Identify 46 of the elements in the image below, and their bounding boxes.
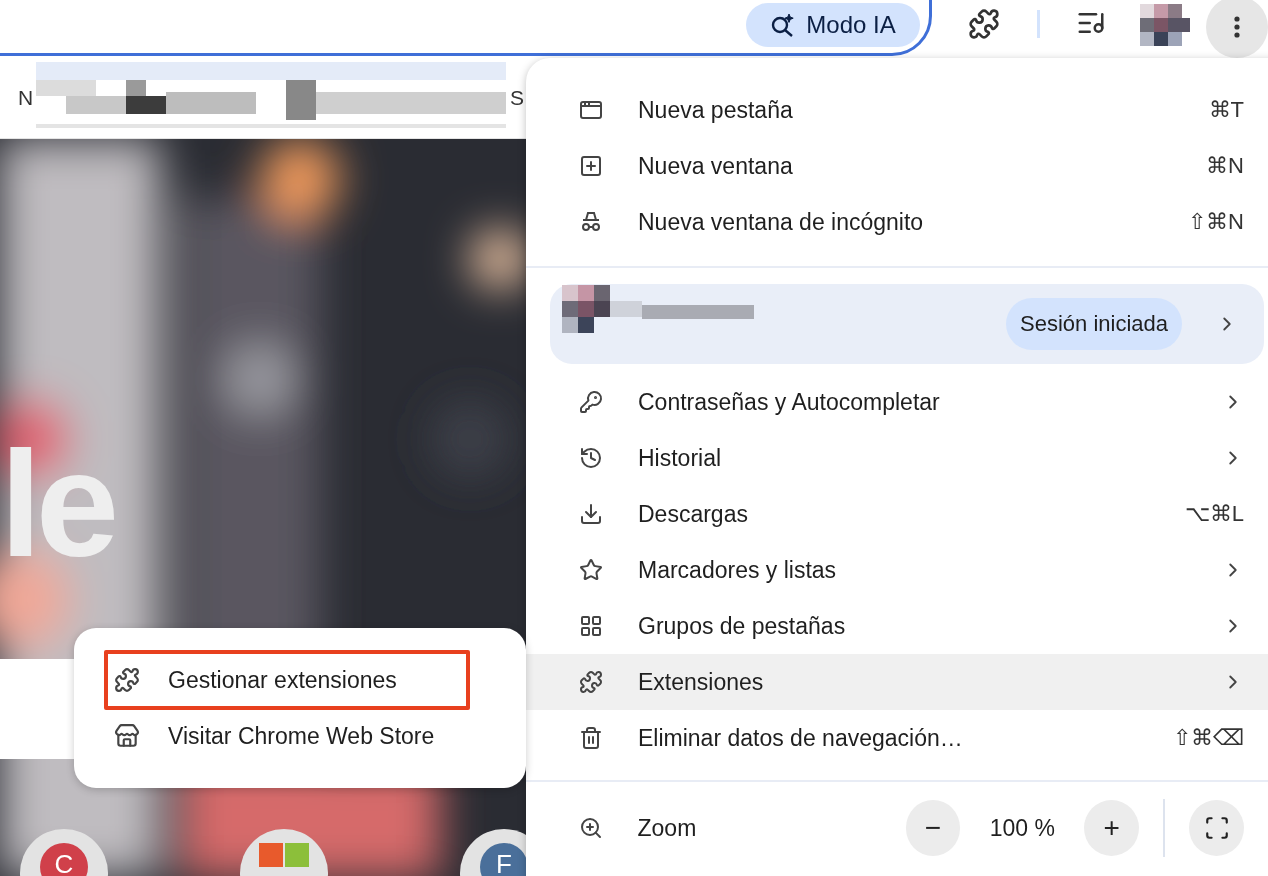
shortcut-text: ⌘T [1208,97,1244,123]
menu-item[interactable]: Descargas ⌥⌘L [526,486,1268,542]
menu-item[interactable]: Marcadores y listas [526,542,1268,598]
sparkle-search-icon [770,12,797,38]
logo-text: le [0,429,114,579]
shortcut-letter: F [480,843,526,876]
new-window-icon [578,153,604,179]
submenu-item[interactable]: Visitar Chrome Web Store [106,708,468,764]
menu-item[interactable]: Extensiones [526,654,1268,710]
fullscreen-icon [1203,815,1230,841]
menu-item[interactable]: Grupos de pestañas [526,598,1268,654]
menu-item[interactable]: Nueva ventana ⌘N [526,138,1268,194]
zoom-out-button[interactable]: − [905,800,961,856]
puzzle-icon [114,667,140,693]
puzzle-icon [578,669,604,695]
submenu-item[interactable]: Gestionar extensiones [106,652,468,708]
star-icon [578,557,604,583]
shortcut-letter: C [40,843,88,876]
download-icon [578,501,604,527]
zoom-label: Zoom [637,814,698,842]
menu-item[interactable]: Nueva pestaña ⌘T [526,82,1268,138]
puzzle-icon[interactable] [968,8,1000,40]
zoom-value: 100 % [988,814,1056,842]
shortcut-text: ⌘N [1206,153,1244,179]
more-icon [1234,16,1240,38]
signed-in-badge: Sesión iniciada [1006,298,1182,350]
menu-item[interactable]: Nueva ventana de incógnito ⇧⌘N [526,194,1268,250]
menu-item[interactable]: Historial [526,430,1268,486]
shortcut-text: ⌥⌘L [1184,501,1244,527]
bookmark-text[interactable]: N [18,86,34,110]
grid-icon [578,613,604,639]
profile-avatar [1140,4,1190,46]
ai-mode-button[interactable]: Modo IA [746,3,920,47]
menu-item[interactable]: Eliminar datos de navegación… ⇧⌘⌫ [526,710,1268,766]
address-bar[interactable]: Modo IA [0,0,932,56]
shortcut-text: ⇧⌘⌫ [1173,725,1244,751]
zoom-in-button[interactable]: + [1084,800,1140,856]
store-icon [114,723,140,749]
trash-icon [578,725,604,751]
history-icon [578,445,604,471]
profile-row[interactable]: Sesión iniciada [550,284,1264,364]
zoom-icon [578,815,604,841]
key-icon [578,389,604,415]
menu-item[interactable]: Contraseñas y Autocompletar [526,374,1268,430]
bookmark-text[interactable]: S [510,86,524,110]
shortcut-text: ⇧⌘N [1188,209,1244,235]
